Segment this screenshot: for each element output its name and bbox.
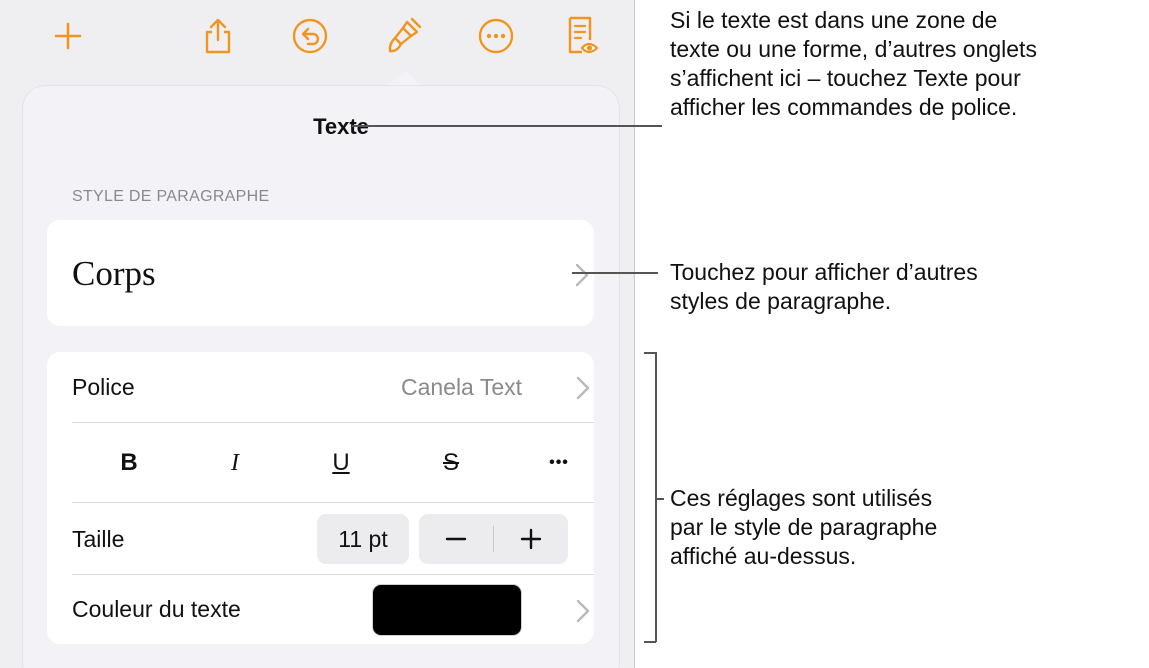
strikethrough-button[interactable]: S: [421, 438, 481, 488]
callout-line: texte ou une forme, d’autres onglets: [670, 36, 1037, 62]
size-row: Taille 11 pt: [47, 514, 594, 566]
font-value: Canela Text: [400, 374, 522, 400]
size-label: Taille: [72, 526, 125, 552]
decrease-size-button[interactable]: [419, 514, 493, 564]
bracket-bottom-tick: [644, 641, 656, 643]
callout-line: s’affichent ici – touchez Texte pour: [670, 65, 1021, 91]
size-value: 11 pt: [338, 526, 388, 552]
callout-leader-line: [572, 272, 658, 274]
text-color-label: Couleur du texte: [72, 596, 241, 622]
document-view-icon: [568, 16, 599, 54]
callout-line: affiché au-dessus.: [670, 543, 857, 569]
undo-button[interactable]: [288, 14, 332, 58]
size-stepper: [419, 514, 568, 564]
font-row[interactable]: Police Canela Text: [47, 352, 594, 422]
callout-tabs-note: Si le texte est dans une zone de texte o…: [670, 6, 1037, 122]
bracket-vertical-line: [655, 352, 657, 642]
share-icon: [205, 18, 231, 54]
more-button[interactable]: [474, 14, 518, 58]
callout-styles-note: Touchez pour afficher d’autres styles de…: [670, 258, 978, 316]
underline-button[interactable]: U: [311, 438, 371, 488]
callout-line: Si le texte est dans une zone de: [670, 7, 998, 33]
paragraph-style-section-label: STYLE DE PARAGRAPHE: [72, 188, 270, 205]
bold-button[interactable]: B: [99, 438, 159, 488]
callout-line: afficher les commandes de police.: [670, 94, 1018, 120]
chevron-right-icon: [575, 263, 589, 287]
bracket-top-tick: [644, 352, 656, 354]
size-value-field[interactable]: 11 pt: [317, 514, 409, 564]
callout-line: par le style de paragraphe: [670, 514, 938, 540]
more-icon: [478, 18, 514, 54]
popover-title[interactable]: Texte: [23, 114, 619, 140]
callout-settings-note: Ces réglages sont utilisés par le style …: [670, 484, 937, 571]
callout-line: Ces réglages sont utilisés: [670, 485, 933, 511]
font-settings-card: Police Canela Text B I U S ••• Taille 11…: [47, 352, 594, 644]
ipad-screen: Texte STYLE DE PARAGRAPHE Corps Police C…: [0, 0, 635, 668]
divider: [72, 574, 594, 575]
add-button[interactable]: [46, 14, 90, 58]
callout-line: styles de paragraphe.: [670, 288, 892, 314]
text-format-row: B I U S •••: [47, 438, 594, 488]
view-options-button[interactable]: [560, 14, 604, 58]
format-brush-icon: [388, 17, 422, 53]
chevron-right-icon: [576, 599, 590, 623]
format-button[interactable]: [382, 14, 426, 58]
popover-arrow: [387, 70, 423, 87]
bracket-pointer: [655, 498, 664, 500]
format-popover: Texte STYLE DE PARAGRAPHE Corps Police C…: [23, 86, 619, 668]
undo-icon: [292, 18, 328, 54]
toolbar: [0, 0, 634, 76]
add-icon: [54, 22, 82, 50]
italic-button[interactable]: I: [205, 438, 265, 488]
increase-size-button[interactable]: [494, 514, 568, 564]
paragraph-style-name: Corps: [72, 254, 156, 293]
more-text-options-button[interactable]: •••: [529, 438, 589, 488]
text-color-row[interactable]: Couleur du texte: [47, 584, 594, 638]
text-color-swatch[interactable]: [372, 584, 522, 636]
callout-leader-line: [352, 125, 662, 127]
divider: [72, 422, 594, 423]
chevron-right-icon: [576, 376, 590, 400]
callout-line: Touchez pour afficher d’autres: [670, 259, 978, 285]
share-button[interactable]: [196, 14, 240, 58]
paragraph-style-row[interactable]: Corps: [47, 220, 594, 326]
divider: [72, 502, 594, 503]
minus-icon: [445, 537, 467, 541]
plus-icon: [520, 528, 542, 550]
font-label: Police: [72, 374, 135, 400]
